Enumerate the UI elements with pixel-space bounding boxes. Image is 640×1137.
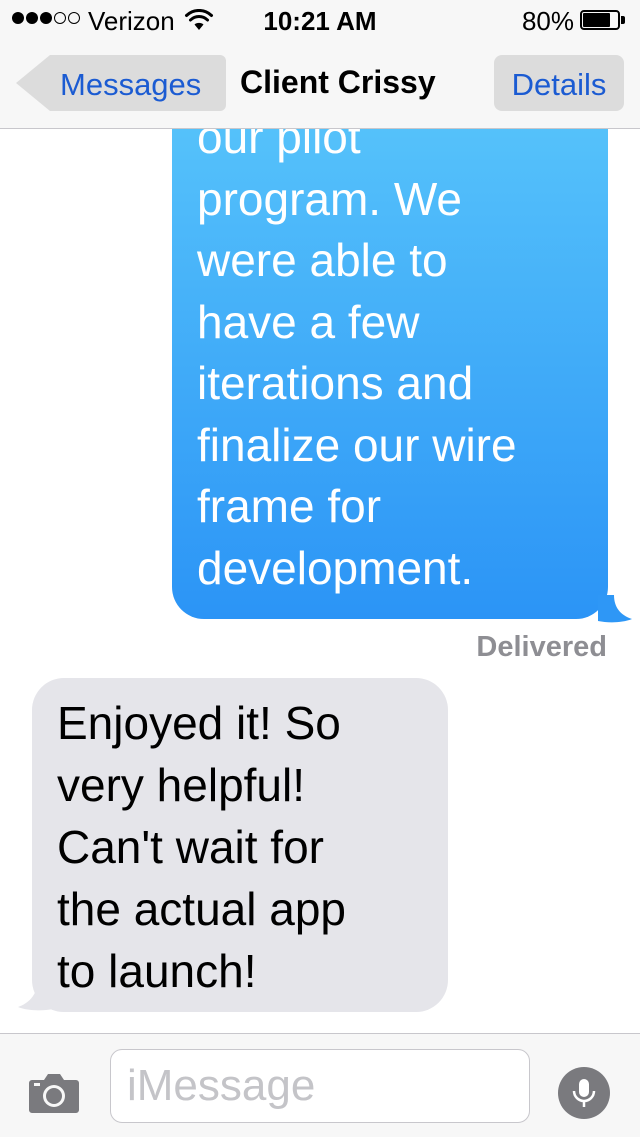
outgoing-message-text: our pilot program. We were able to have … [197, 129, 517, 594]
battery-icon [580, 10, 626, 30]
incoming-bubble-tail [18, 979, 54, 1011]
battery-percent: 80% [521, 6, 574, 36]
compose-bar [0, 1033, 640, 1137]
status-bar: Verizon 10:21 AM 80% [0, 0, 640, 40]
imessage-input[interactable] [110, 1049, 530, 1123]
outgoing-message-bubble[interactable]: our pilot program. We were able to have … [172, 129, 608, 619]
conversation-view[interactable]: our pilot program. We were able to have … [0, 129, 640, 1033]
delivered-status: Delivered [476, 631, 607, 663]
back-button-label: Messages [60, 67, 202, 102]
microphone-icon [572, 1079, 596, 1107]
outgoing-bubble-tail [598, 595, 632, 623]
conversation-title: Client Crissy [240, 64, 436, 100]
nav-bar: Messages Client Crissy Details [0, 40, 640, 129]
details-button[interactable]: Details [494, 55, 624, 111]
back-button[interactable]: Messages [16, 55, 226, 111]
battery-fill [583, 13, 610, 27]
incoming-message-text: Enjoyed it! So very helpful! Can't wait … [57, 697, 347, 997]
incoming-message-bubble[interactable]: Enjoyed it! So very helpful! Can't wait … [32, 678, 448, 1012]
microphone-button[interactable] [558, 1067, 610, 1119]
details-button-label: Details [511, 67, 607, 102]
camera-icon[interactable] [28, 1072, 80, 1114]
